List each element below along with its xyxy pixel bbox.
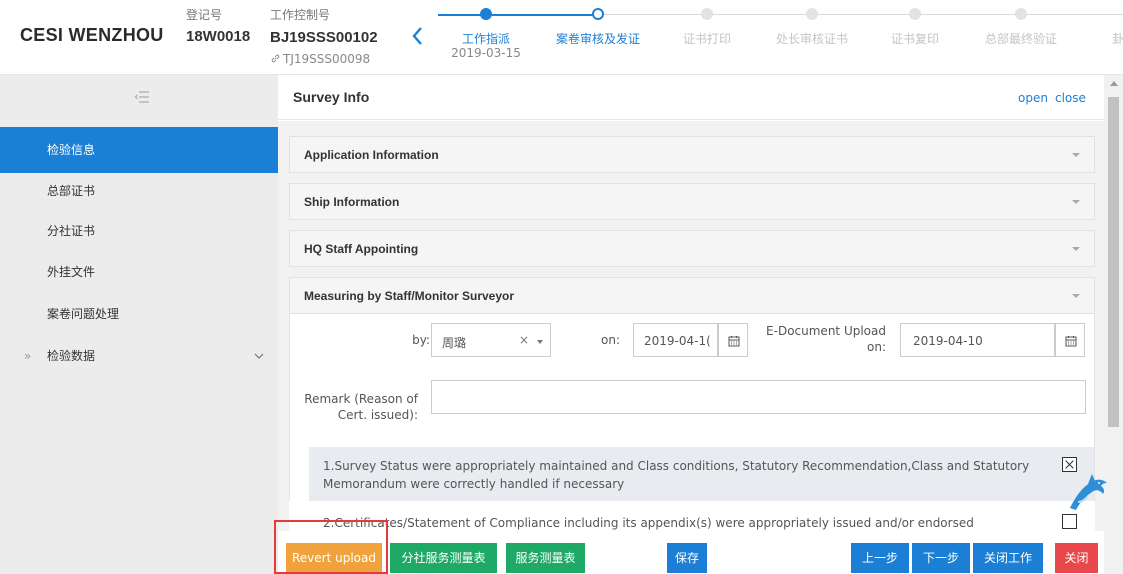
workflow-steps: 工作指派 2019-03-15 案卷审核及发证 证书打印 处长审核证书 证书复印…: [438, 0, 1123, 75]
sidebar: 检验信息 总部证书 分社证书 外挂文件 案卷问题处理 » 检验数据: [0, 75, 278, 574]
highlight-annotation: [274, 520, 388, 574]
back-button[interactable]: [408, 24, 428, 48]
accordion-title: Measuring by Staff/Monitor Surveyor: [304, 289, 515, 303]
remark-label-line1: Remark (Reason of: [304, 392, 418, 406]
accordion-title: Application Information: [304, 148, 439, 162]
previous-step-button[interactable]: 上一步: [851, 543, 909, 573]
edocument-upload-label-line1: E-Document Upload: [766, 324, 886, 338]
registration-number-label: 登记号: [186, 8, 223, 22]
next-step-button[interactable]: 下一步: [912, 543, 970, 573]
remark-input[interactable]: [431, 380, 1086, 414]
check-item-2-checkbox[interactable]: [1062, 514, 1077, 529]
remark-label-line2: Cert. issued):: [337, 408, 418, 422]
registration-number-value: 18W0018: [186, 28, 251, 45]
accordion-hq-staff-appointing[interactable]: HQ Staff Appointing: [289, 230, 1095, 267]
step-label: 工作指派: [461, 32, 510, 46]
page-title: Survey Info: [293, 89, 370, 105]
sidebar-item-branch-certificates[interactable]: 分社证书: [0, 208, 278, 254]
sidebar-toggle[interactable]: [134, 89, 150, 105]
step-label: 卦: [1111, 32, 1123, 46]
step-date: 2019-03-15: [451, 46, 521, 60]
step-done-dot: [480, 8, 492, 20]
on-label: on:: [601, 333, 620, 347]
caret-down-icon: [537, 340, 543, 344]
brand-name: CESI WENZHOU: [20, 25, 164, 45]
sidebar-item-external-files[interactable]: 外挂文件: [0, 249, 278, 295]
collapse-menu-icon: [134, 91, 149, 103]
dolphin-mascot-icon: [1070, 474, 1107, 510]
check-item-1: 1.Survey Status were appropriately maint…: [309, 447, 1094, 501]
edocument-upload-label: E-Document Upload on:: [760, 323, 886, 355]
linked-control-number-text: TJ19SSS00098: [283, 52, 371, 66]
edocument-upload-date-value: 2019-04-10: [913, 334, 983, 348]
calendar-icon: [1065, 336, 1077, 347]
caret-down-icon: [1072, 247, 1080, 251]
accordion-ship-information[interactable]: Ship Information: [289, 183, 1095, 220]
close-all-link[interactable]: close: [1055, 91, 1086, 105]
branch-service-measure-button[interactable]: 分社服务测量表: [390, 543, 497, 573]
step-current-dot: [592, 8, 604, 20]
save-button[interactable]: 保存: [667, 543, 707, 573]
main-panel: Survey Info open close Application Infor…: [278, 75, 1123, 574]
calendar-icon: [728, 336, 740, 347]
sidebar-item-label: 检验信息: [47, 143, 96, 157]
step-label: 证书打印: [682, 32, 731, 46]
accordion-title: HQ Staff Appointing: [304, 242, 419, 256]
sidebar-item-file-issues[interactable]: 案卷问题处理: [0, 291, 278, 337]
service-measure-button[interactable]: 服务测量表: [506, 543, 585, 573]
check-item-1-checkbox[interactable]: [1062, 457, 1077, 472]
sidebar-item-label: 外挂文件: [47, 265, 96, 279]
measure-date-calendar-button[interactable]: [718, 323, 748, 357]
accordion-title: Ship Information: [304, 195, 400, 209]
sidebar-item-inspection-info[interactable]: 检验信息: [0, 127, 278, 173]
by-label: by:: [412, 333, 430, 347]
panel-header: Survey Info open close: [278, 75, 1104, 120]
app-header: CESI WENZHOU 登记号 18W0018 工作控制号 BJ19SSS00…: [0, 0, 1123, 75]
caret-down-icon: [1072, 200, 1080, 204]
close-work-button[interactable]: 关闭工作: [973, 543, 1043, 573]
work-control-number-label: 工作控制号: [270, 8, 331, 22]
step-label: 证书复印: [890, 32, 939, 46]
step-label: 案卷审核及发证: [555, 32, 640, 46]
step-pending-dot: [701, 8, 713, 20]
check-item-2-text: 2.Certificates/Statement of Compliance i…: [323, 516, 974, 530]
sidebar-item-inspection-data[interactable]: » 检验数据: [0, 333, 278, 379]
step-label: 总部最终验证: [984, 32, 1057, 46]
edocument-upload-label-line2: on:: [867, 340, 886, 354]
check-item-1-text: 1.Survey Status were appropriately maint…: [323, 459, 1030, 491]
chevron-left-icon: [412, 27, 422, 45]
work-control-number-value: BJ19SSS00102: [270, 29, 378, 46]
edocument-upload-calendar-button[interactable]: [1055, 323, 1085, 357]
step-pending-dot: [909, 8, 921, 20]
measure-date-value: 2019-04-1(: [644, 334, 711, 348]
accordion-measuring-by-staff[interactable]: Measuring by Staff/Monitor Surveyor: [289, 277, 1095, 314]
open-all-link[interactable]: open: [1018, 91, 1048, 105]
sidebar-item-label: 分社证书: [47, 224, 96, 238]
action-bar: Revert upload 分社服务测量表 服务测量表 保存 上一步 下一步 关…: [278, 531, 1104, 574]
step-pending-dot: [1015, 8, 1027, 20]
step-label: 处长审核证书: [775, 32, 848, 46]
link-icon: [271, 54, 280, 63]
sidebar-item-label: 检验数据: [47, 349, 96, 363]
surveyor-select-value: 周璐: [442, 336, 467, 350]
surveyor-select[interactable]: 周璐 ×: [431, 323, 551, 357]
survey-info-body: Application Information Ship Information…: [278, 121, 1104, 531]
step-pending-dot: [806, 8, 818, 20]
caret-down-icon: [1072, 294, 1080, 298]
chevron-down-icon: [254, 353, 264, 359]
linked-control-number[interactable]: TJ19SSS00098: [270, 52, 370, 66]
measure-date-input[interactable]: 2019-04-1(: [633, 323, 718, 357]
remark-label: Remark (Reason of Cert. issued):: [296, 391, 418, 423]
expand-arrows-icon: »: [24, 349, 32, 363]
sidebar-item-label: 总部证书: [47, 184, 96, 198]
close-button[interactable]: 关闭: [1055, 543, 1098, 573]
scrollbar-thumb[interactable]: [1108, 97, 1119, 427]
scroll-up-icon[interactable]: [1110, 81, 1118, 86]
sidebar-item-label: 案卷问题处理: [47, 307, 120, 321]
edocument-upload-date-input[interactable]: 2019-04-10: [900, 323, 1055, 357]
clear-selection-icon[interactable]: ×: [519, 333, 529, 347]
accordion-application-information[interactable]: Application Information: [289, 136, 1095, 173]
caret-down-icon: [1072, 153, 1080, 157]
